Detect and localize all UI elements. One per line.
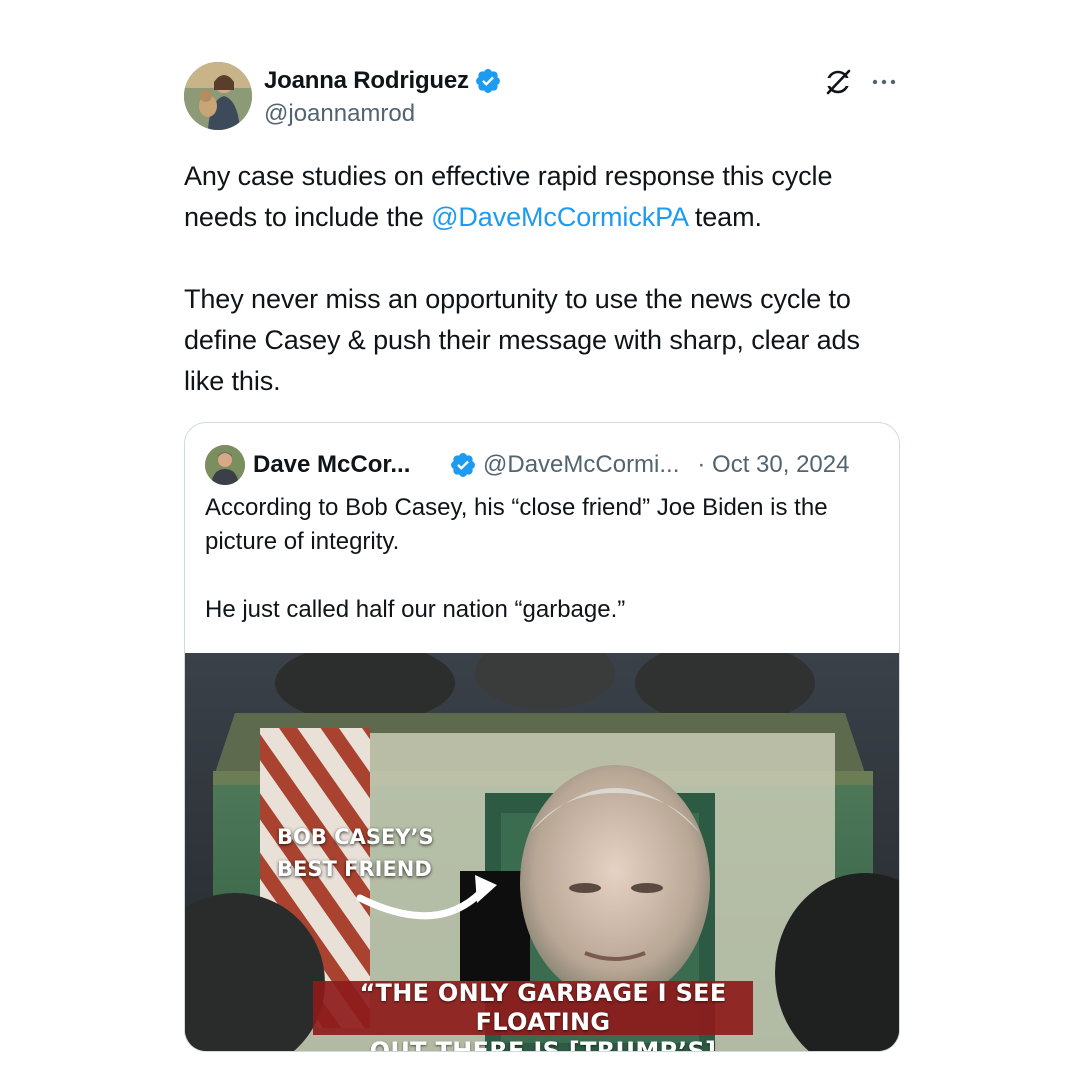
more-icon[interactable] — [870, 68, 898, 96]
author-handle[interactable]: @joannamrod — [264, 100, 502, 128]
quoted-video-thumbnail[interactable]: BOB CASEY’S BEST FRIEND “THE ONLY GARBAG… — [185, 653, 899, 1052]
tweet: Joanna Rodriguez @joannamrod Any case st… — [184, 62, 900, 1052]
quoted-tweet[interactable]: Dave McCor... @DaveMcCormi... · Oct 30, … — [184, 422, 900, 1052]
quoted-tweet-date[interactable]: · Oct 30, 2024 — [697, 451, 849, 479]
quoted-paragraph-2: He just called half our nation “garbage.… — [205, 596, 626, 623]
quoted-author-avatar[interactable] — [205, 445, 245, 485]
tweet-paragraph-2: They never miss an opportunity to use th… — [184, 284, 860, 396]
tweet-paragraph-1: Any case studies on effective rapid resp… — [184, 161, 833, 232]
video-caption: “THE ONLY GARBAGE I SEE FLOATING OUT THE… — [359, 979, 727, 1052]
author-display-name[interactable]: Joanna Rodriguez — [264, 67, 469, 95]
tweet-text: Any case studies on effective rapid resp… — [184, 156, 900, 402]
video-overlay-label: BOB CASEY’S BEST FRIEND — [277, 825, 434, 881]
quoted-author-display-name[interactable]: Dave McCor... — [253, 451, 423, 479]
quoted-tweet-header: Dave McCor... @DaveMcCormi... · Oct 30, … — [205, 445, 879, 485]
quoted-tweet-text: According to Bob Casey, his “close frien… — [205, 491, 879, 627]
grok-icon[interactable] — [822, 66, 854, 98]
author-avatar[interactable] — [184, 62, 252, 130]
tweet-header: Joanna Rodriguez @joannamrod — [184, 62, 900, 132]
author-info: Joanna Rodriguez @joannamrod — [264, 66, 502, 128]
verified-badge-icon — [451, 453, 475, 477]
quoted-paragraph-1: According to Bob Casey, his “close frien… — [205, 494, 828, 555]
mention-link[interactable]: @DaveMcCormickPA — [431, 202, 687, 232]
quoted-author-handle[interactable]: @DaveMcCormi... — [483, 451, 679, 479]
verified-badge-icon — [475, 69, 500, 93]
